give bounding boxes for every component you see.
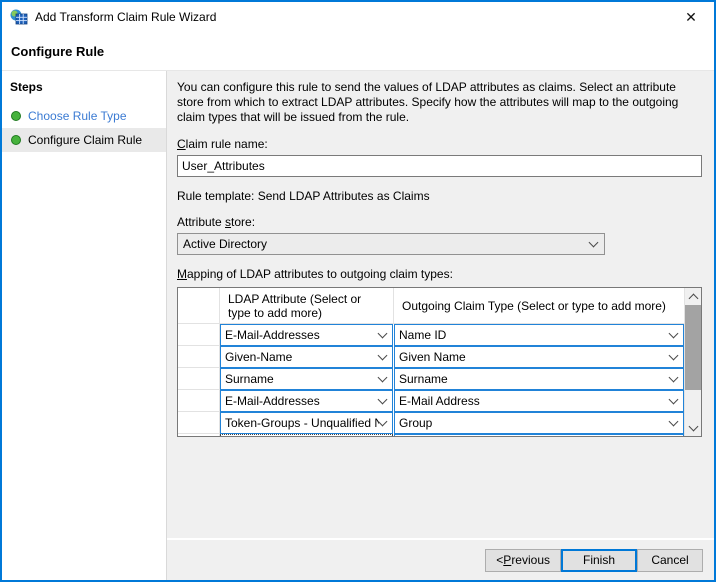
scrollbar-thumb[interactable]: [685, 305, 701, 390]
chevron-down-icon: [669, 373, 679, 383]
ldap-attribute-dropdown[interactable]: E-Mail-Addresses: [220, 390, 393, 412]
row-selector[interactable]: [178, 346, 220, 368]
attribute-store-label: Attribute store:: [177, 215, 702, 229]
outgoing-claim-type-dropdown[interactable]: Group: [394, 412, 684, 434]
page-title: Configure Rule: [11, 44, 104, 59]
rule-template-text: Rule template: Send LDAP Attributes as C…: [177, 189, 702, 203]
steps-header: Steps: [2, 80, 166, 104]
ldap-attribute-dropdown[interactable]: Surname: [220, 368, 393, 390]
row-selector[interactable]: [178, 434, 220, 436]
outgoing-claim-type-dropdown[interactable]: Name ID: [394, 324, 684, 346]
ldap-attribute-dropdown[interactable]: E-Mail-Addresses: [220, 324, 393, 346]
scroll-down-button[interactable]: [685, 419, 701, 436]
heading-band: Configure Rule: [2, 32, 714, 71]
cell-value: Surname: [225, 372, 274, 386]
table-header-row: LDAP Attribute (Select or type to add mo…: [178, 288, 684, 324]
mapping-table: LDAP Attribute (Select or type to add mo…: [177, 287, 702, 437]
cell-value: Name ID: [399, 328, 446, 342]
outgoing-claim-type-dropdown-empty[interactable]: [394, 434, 684, 436]
chevron-down-icon: [378, 417, 388, 427]
step-label: Configure Claim Rule: [28, 133, 142, 147]
table-scrollbar[interactable]: [684, 288, 701, 436]
table-row: E-Mail-Addresses E-Mail Address: [178, 390, 684, 412]
claim-rule-name-input[interactable]: [177, 155, 702, 177]
attribute-store-dropdown[interactable]: Active Directory: [177, 233, 605, 255]
close-icon[interactable]: ✕: [680, 6, 702, 28]
mapping-label: Mapping of LDAP attributes to outgoing c…: [177, 267, 702, 281]
column-header-outgoing-claim-type: Outgoing Claim Type (Select or type to a…: [394, 288, 684, 323]
chevron-up-icon: [688, 293, 698, 303]
chevron-down-icon: [669, 351, 679, 361]
title-bar: Add Transform Claim Rule Wizard ✕: [2, 2, 714, 32]
row-selector[interactable]: [178, 324, 220, 346]
footer-bar: < Previous Finish Cancel: [167, 538, 714, 580]
step-label: Choose Rule Type: [28, 109, 127, 123]
step-choose-rule-type[interactable]: Choose Rule Type: [2, 104, 166, 128]
table-new-row: [178, 434, 684, 436]
table-row: Given-Name Given Name: [178, 346, 684, 368]
attribute-store-value: Active Directory: [183, 237, 267, 251]
outgoing-claim-type-dropdown[interactable]: E-Mail Address: [394, 390, 684, 412]
cell-value: Given-Name: [225, 350, 292, 364]
cell-value: Surname: [399, 372, 448, 386]
row-selector-header: [178, 288, 220, 323]
ldap-attribute-dropdown-empty[interactable]: [220, 434, 393, 436]
scroll-up-button[interactable]: [685, 288, 701, 305]
chevron-down-icon: [378, 351, 388, 361]
ldap-attribute-dropdown[interactable]: Token-Groups - Unqualified Names: [220, 412, 393, 434]
cell-value: E-Mail Address: [399, 394, 480, 408]
wizard-icon: [10, 9, 28, 25]
cell-value: Token-Groups - Unqualified Names: [225, 416, 379, 430]
column-header-ldap-attribute: LDAP Attribute (Select or type to add mo…: [220, 288, 394, 323]
window-title: Add Transform Claim Rule Wizard: [35, 10, 680, 24]
access-key: P: [503, 553, 511, 567]
claim-rule-name-label: Claim rule name:: [177, 137, 702, 151]
label-text: Attribute: [177, 215, 225, 229]
chevron-down-icon: [589, 238, 599, 248]
cancel-button[interactable]: Cancel: [637, 549, 703, 572]
row-selector[interactable]: [178, 390, 220, 412]
finish-button[interactable]: Finish: [561, 549, 637, 572]
step-bullet-icon: [11, 135, 21, 145]
chevron-down-icon: [378, 395, 388, 405]
cell-value: E-Mail-Addresses: [225, 328, 320, 342]
step-bullet-icon: [11, 111, 21, 121]
access-key: C: [177, 137, 186, 151]
button-text: revious: [511, 553, 550, 567]
cell-value: Given Name: [399, 350, 466, 364]
table-row: E-Mail-Addresses Name ID: [178, 324, 684, 346]
previous-button[interactable]: < Previous: [485, 549, 561, 572]
label-text: apping of LDAP attributes to outgoing cl…: [187, 267, 453, 281]
chevron-down-icon: [669, 329, 679, 339]
step-configure-claim-rule[interactable]: Configure Claim Rule: [2, 128, 166, 152]
chevron-down-icon: [669, 417, 679, 427]
description-text: You can configure this rule to send the …: [177, 80, 702, 125]
table-row: Token-Groups - Unqualified Names Group: [178, 412, 684, 434]
label-text: tore:: [231, 215, 255, 229]
access-key: M: [177, 267, 187, 281]
wizard-window: Add Transform Claim Rule Wizard ✕ Config…: [0, 0, 716, 582]
chevron-down-icon: [688, 421, 698, 431]
chevron-down-icon: [378, 329, 388, 339]
outgoing-claim-type-dropdown[interactable]: Surname: [394, 368, 684, 390]
chevron-down-icon: [669, 395, 679, 405]
content-area: You can configure this rule to send the …: [167, 71, 714, 538]
button-text: <: [496, 553, 503, 567]
label-text: laim rule name:: [186, 137, 268, 151]
row-selector[interactable]: [178, 412, 220, 434]
ldap-attribute-dropdown[interactable]: Given-Name: [220, 346, 393, 368]
row-selector[interactable]: [178, 368, 220, 390]
chevron-down-icon: [378, 373, 388, 383]
cell-value: Group: [399, 416, 432, 430]
steps-sidebar: Steps Choose Rule Type Configure Claim R…: [2, 71, 167, 580]
table-row: Surname Surname: [178, 368, 684, 390]
outgoing-claim-type-dropdown[interactable]: Given Name: [394, 346, 684, 368]
cell-value: E-Mail-Addresses: [225, 394, 320, 408]
